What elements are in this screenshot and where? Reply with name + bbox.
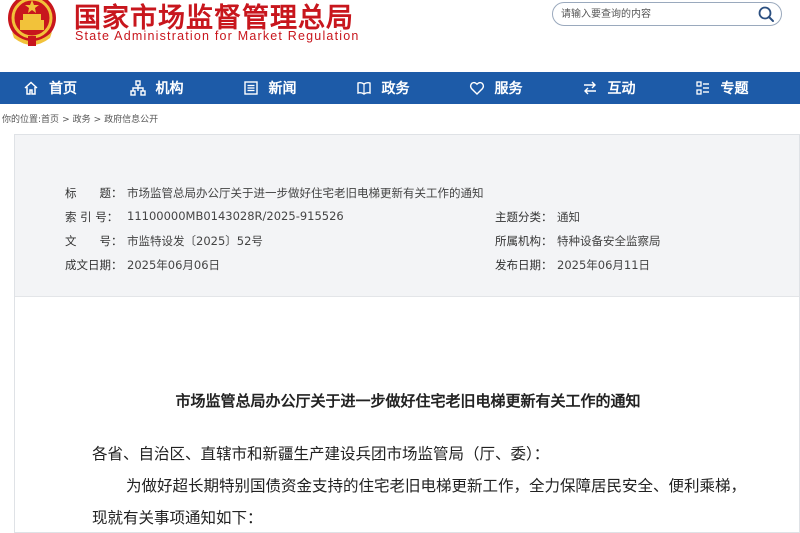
exchange-arrows-icon: [583, 81, 596, 95]
main-nav: 首页 机构 新闻 政务 服务 互动 专题: [0, 72, 800, 104]
document-body: 各省、自治区、直辖市和新疆生产建设兵团市场监管局（厅、委）： 为做好超长期特别国…: [92, 438, 752, 533]
meta-title-label: 标 题：: [65, 186, 123, 200]
document-metadata: 标 题： 市场监管总局办公厅关于进一步做好住宅老旧电梯更新有关工作的通知 索 引…: [15, 135, 799, 297]
meta-topic-value: 通知: [557, 210, 580, 224]
meta-org-label: 所属机构：: [495, 234, 553, 248]
document-paragraph: 为做好超长期特别国债资金支持的住宅老旧电梯更新工作，全力保障居民安全、便利乘梯，…: [92, 477, 747, 527]
breadcrumb-separator: >: [93, 115, 102, 125]
meta-created-value: 2025年06月06日: [127, 258, 221, 272]
breadcrumb-item-home[interactable]: 首页: [41, 115, 59, 125]
nav-item-label: 机构: [155, 81, 184, 97]
breadcrumb-prefix: 你的位置:: [2, 115, 42, 125]
nav-item-services[interactable]: 服务: [439, 72, 552, 104]
meta-docno-value: 市监特设发〔2025〕52号: [127, 234, 263, 248]
meta-index-label: 索 引 号：: [65, 210, 119, 224]
search-icon[interactable]: [757, 5, 775, 23]
nav-item-topics[interactable]: 专题: [665, 72, 778, 104]
nav-item-news[interactable]: 新闻: [213, 72, 326, 104]
national-emblem-icon[interactable]: [6, 0, 58, 48]
nav-item-home[interactable]: 首页: [0, 72, 100, 104]
meta-published-value: 2025年06月11日: [557, 258, 651, 272]
heart-icon: [469, 81, 484, 95]
meta-org-value: 特种设备安全监察局: [557, 234, 661, 248]
search-box: [552, 2, 782, 26]
breadcrumb-item-affairs[interactable]: 政务: [73, 115, 91, 125]
breadcrumb: 你的位置:首页 > 政务 > 政府信息公开: [2, 112, 158, 125]
breadcrumb-separator: >: [62, 115, 70, 125]
nav-item-label: 专题: [720, 81, 749, 97]
nav-item-government-affairs[interactable]: 政务: [326, 72, 439, 104]
nav-item-label: 新闻: [268, 81, 297, 97]
meta-title-value: 市场监管总局办公厅关于进一步做好住宅老旧电梯更新有关工作的通知: [127, 186, 484, 200]
meta-published-label: 发布日期：: [495, 258, 553, 272]
book-icon: [356, 81, 371, 95]
search-input[interactable]: [561, 6, 751, 22]
meta-topic-label: 主题分类：: [495, 210, 553, 224]
article-panel: 标 题： 市场监管总局办公厅关于进一步做好住宅老旧电梯更新有关工作的通知 索 引…: [14, 134, 800, 533]
news-icon: [243, 81, 258, 95]
nav-item-label: 互动: [607, 81, 636, 97]
breadcrumb-item-disclosure[interactable]: 政府信息公开: [104, 115, 158, 125]
document-title: 市场监管总局办公厅关于进一步做好住宅老旧电梯更新有关工作的通知: [175, 392, 641, 410]
meta-index-value: 11100000MB0143028R/2025-915526: [127, 209, 344, 223]
meta-docno-label: 文 号：: [65, 234, 123, 248]
site-title-en: State Administration for Market Regulati…: [75, 29, 360, 43]
site-header: 国家市场监督管理总局 State Administration for Mark…: [0, 0, 800, 72]
document-salutation: 各省、自治区、直辖市和新疆生产建设兵团市场监管局（厅、委）：: [92, 445, 550, 463]
nav-item-label: 政务: [381, 81, 410, 97]
nav-item-label: 服务: [494, 81, 523, 97]
nav-item-label: 首页: [49, 81, 77, 97]
org-chart-icon: [129, 80, 146, 96]
home-icon: [24, 81, 38, 95]
meta-created-label: 成文日期：: [65, 258, 123, 272]
topics-icon: [695, 81, 709, 95]
nav-item-interaction[interactable]: 互动: [552, 72, 665, 104]
nav-item-organization[interactable]: 机构: [100, 72, 213, 104]
